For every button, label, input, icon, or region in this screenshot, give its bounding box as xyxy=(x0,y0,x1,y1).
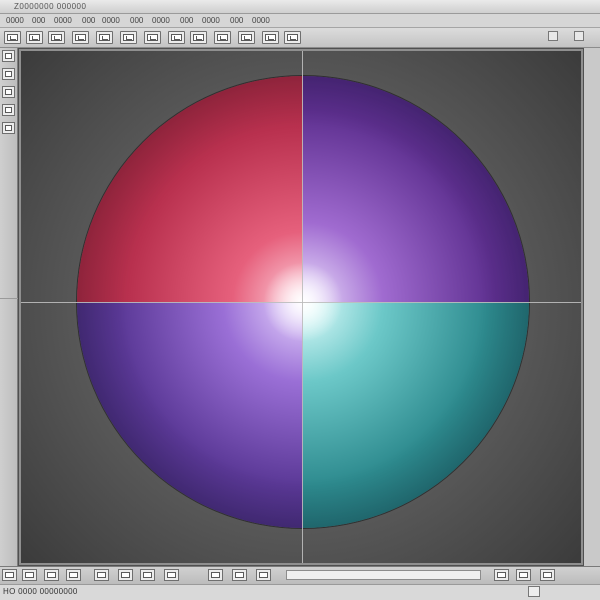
tool-icon xyxy=(5,107,12,113)
menu-item[interactable]: 000 xyxy=(178,15,195,26)
toolbar-button[interactable] xyxy=(284,31,301,44)
layer-icon xyxy=(287,34,298,41)
menu-item[interactable]: 0000 xyxy=(250,15,272,26)
layer-icon xyxy=(51,34,62,41)
window-title: Z0000000 000000 xyxy=(14,2,87,11)
menu-item[interactable]: 000 xyxy=(80,15,97,26)
menu-bar: 0000 000 0000 000 0000 000 0000 000 0000… xyxy=(0,14,600,28)
render-viewport[interactable] xyxy=(21,51,581,563)
layer-icon xyxy=(147,34,158,41)
menu-item[interactable]: 000 xyxy=(228,15,245,26)
frame-icon xyxy=(235,572,244,578)
layer-icon xyxy=(75,34,86,41)
toolbar-button[interactable] xyxy=(72,31,89,44)
tool-icon xyxy=(5,71,12,77)
frame-icon xyxy=(121,572,130,578)
menu-item[interactable]: 000 xyxy=(128,15,145,26)
bottom-button[interactable] xyxy=(2,569,17,581)
frame-icon xyxy=(69,572,78,578)
layer-icon xyxy=(29,34,40,41)
timeline-bar xyxy=(0,566,600,584)
toolbar-button[interactable] xyxy=(168,31,185,44)
bottom-button[interactable] xyxy=(232,569,247,581)
layer-icon xyxy=(7,34,18,41)
bottom-button[interactable] xyxy=(118,569,133,581)
viewport-maximize-button[interactable] xyxy=(574,31,584,41)
status-bar: HO 0000 00000000 xyxy=(0,584,600,600)
bottom-button[interactable] xyxy=(44,569,59,581)
tool-icon xyxy=(5,125,12,131)
frame-icon xyxy=(5,572,14,578)
layer-icon xyxy=(265,34,276,41)
frame-icon xyxy=(211,572,220,578)
bottom-button[interactable] xyxy=(256,569,271,581)
frame-icon xyxy=(259,572,268,578)
toolbar-button[interactable] xyxy=(238,31,255,44)
layer-icon xyxy=(193,34,204,41)
frame-icon xyxy=(543,572,552,578)
menu-item[interactable]: 0000 xyxy=(4,15,26,26)
tool-button[interactable] xyxy=(2,50,15,62)
tool-panel xyxy=(0,48,18,566)
layer-icon xyxy=(171,34,182,41)
bottom-button[interactable] xyxy=(494,569,509,581)
bottom-button[interactable] xyxy=(66,569,81,581)
layer-icon xyxy=(241,34,252,41)
frame-icon xyxy=(97,572,106,578)
timeline-scrollbar[interactable] xyxy=(286,570,481,580)
bottom-button[interactable] xyxy=(22,569,37,581)
viewport-frame xyxy=(18,48,584,566)
frame-icon xyxy=(25,572,34,578)
toolbar-button[interactable] xyxy=(4,31,21,44)
tool-icon xyxy=(5,89,12,95)
bottom-button[interactable] xyxy=(540,569,555,581)
vertical-guide-line[interactable] xyxy=(302,51,303,563)
bottom-button[interactable] xyxy=(208,569,223,581)
toolbar xyxy=(0,28,600,48)
toolbar-button[interactable] xyxy=(120,31,137,44)
tool-button[interactable] xyxy=(2,104,15,116)
bottom-button[interactable] xyxy=(516,569,531,581)
toolbar-button[interactable] xyxy=(262,31,279,44)
ruler-guide xyxy=(0,298,18,299)
toolbar-button[interactable] xyxy=(26,31,43,44)
status-text: HO 0000 00000000 xyxy=(3,587,78,596)
frame-icon xyxy=(167,572,176,578)
layer-icon xyxy=(99,34,110,41)
frame-icon xyxy=(47,572,56,578)
menu-item[interactable]: 0000 xyxy=(200,15,222,26)
viewport-menu-button[interactable] xyxy=(548,31,558,41)
layer-icon xyxy=(217,34,228,41)
toolbar-button[interactable] xyxy=(214,31,231,44)
frame-icon xyxy=(143,572,152,578)
layer-icon xyxy=(123,34,134,41)
toolbar-button[interactable] xyxy=(144,31,161,44)
bottom-button[interactable] xyxy=(140,569,155,581)
toolbar-button[interactable] xyxy=(48,31,65,44)
toolbar-button[interactable] xyxy=(96,31,113,44)
menu-item[interactable]: 0000 xyxy=(100,15,122,26)
tool-button[interactable] xyxy=(2,122,15,134)
tool-icon xyxy=(5,53,12,59)
menu-item[interactable]: 0000 xyxy=(52,15,74,26)
status-toggle[interactable] xyxy=(528,586,540,597)
tool-button[interactable] xyxy=(2,68,15,80)
menu-item[interactable]: 000 xyxy=(30,15,47,26)
tool-button[interactable] xyxy=(2,86,15,98)
menu-item[interactable]: 0000 xyxy=(150,15,172,26)
frame-icon xyxy=(519,572,528,578)
toolbar-button[interactable] xyxy=(190,31,207,44)
frame-icon xyxy=(497,572,506,578)
bottom-button[interactable] xyxy=(94,569,109,581)
bottom-button[interactable] xyxy=(164,569,179,581)
title-bar: Z0000000 000000 xyxy=(0,0,600,14)
horizontal-guide-line[interactable] xyxy=(21,302,581,303)
